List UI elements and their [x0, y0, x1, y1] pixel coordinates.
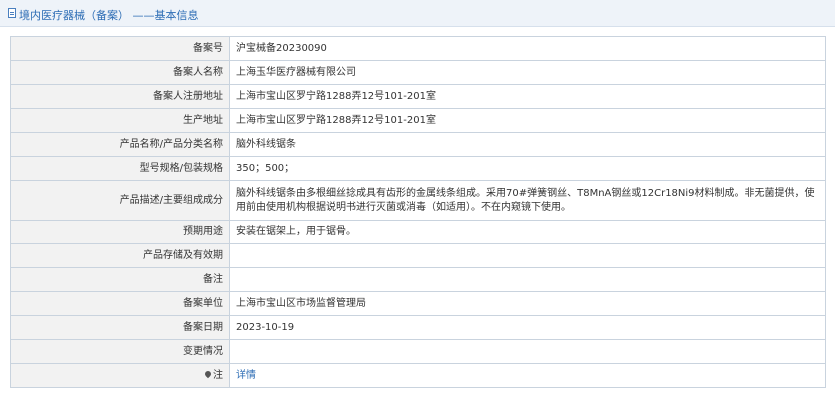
- pin-label-suffix: 注: [213, 369, 223, 381]
- basic-info-table: 备案号 沪宝械备20230090 备案人名称 上海玉华医疗器械有限公司 备案人注…: [10, 36, 826, 388]
- field-value: [229, 267, 826, 292]
- field-value: 上海市宝山区罗宁路1288弄12号101-201室: [229, 108, 826, 133]
- field-label: 备案日期: [10, 315, 230, 340]
- field-value: 详情: [229, 363, 826, 388]
- field-label: 生产地址: [10, 108, 230, 133]
- field-value: [229, 339, 826, 364]
- detail-row: 注 详情: [10, 363, 826, 388]
- pin-icon: [203, 369, 213, 378]
- table-row: 产品存储及有效期: [10, 243, 826, 268]
- field-label: 备案人注册地址: [10, 84, 230, 109]
- page-header: 境内医疗器械（备案） ——基本信息: [0, 0, 835, 27]
- field-label: 产品名称/产品分类名称: [10, 132, 230, 157]
- table-row: 备案日期 2023-10-19: [10, 315, 826, 340]
- field-label: 备注: [10, 267, 230, 292]
- field-value: 2023-10-19: [229, 315, 826, 340]
- field-label: 变更情况: [10, 339, 230, 364]
- field-label: 型号规格/包装规格: [10, 156, 230, 181]
- field-label: 产品存储及有效期: [10, 243, 230, 268]
- field-label: 备案号: [10, 36, 230, 61]
- table-row: 备案人名称 上海玉华医疗器械有限公司: [10, 60, 826, 85]
- table-row: 型号规格/包装规格 350；500；: [10, 156, 826, 181]
- field-label: 预期用途: [10, 220, 230, 244]
- document-icon: [8, 8, 16, 18]
- field-value: 沪宝械备20230090: [229, 36, 826, 61]
- field-value: [229, 243, 826, 268]
- field-value: 脑外科线锯条: [229, 132, 826, 157]
- field-value: 350；500；: [229, 156, 826, 181]
- field-label: 备案人名称: [10, 60, 230, 85]
- table-row: 变更情况: [10, 339, 826, 364]
- page-title: 境内医疗器械（备案） ——基本信息: [19, 9, 199, 22]
- field-value: 上海市宝山区罗宁路1288弄12号101-201室: [229, 84, 826, 109]
- table-row: 备案号 沪宝械备20230090: [10, 36, 826, 61]
- field-label: 备案单位: [10, 291, 230, 316]
- field-value: 脑外科线锯条由多根细丝捻成具有齿形的金属线条组成。采用70#弹簧钢丝、T8MnA…: [229, 180, 826, 221]
- table-row: 备案人注册地址 上海市宝山区罗宁路1288弄12号101-201室: [10, 84, 826, 109]
- field-label: 注: [10, 363, 230, 388]
- field-label: 产品描述/主要组成成分: [10, 180, 230, 221]
- field-value: 上海玉华医疗器械有限公司: [229, 60, 826, 85]
- field-value: 上海市宝山区市场监督管理局: [229, 291, 826, 316]
- table-row: 预期用途 安装在锯架上，用于锯骨。: [10, 220, 826, 244]
- table-row: 备注: [10, 267, 826, 292]
- table-row: 生产地址 上海市宝山区罗宁路1288弄12号101-201室: [10, 108, 826, 133]
- detail-link[interactable]: 详情: [236, 370, 256, 381]
- table-row: 产品名称/产品分类名称 脑外科线锯条: [10, 132, 826, 157]
- field-value: 安装在锯架上，用于锯骨。: [229, 220, 826, 244]
- table-row: 产品描述/主要组成成分 脑外科线锯条由多根细丝捻成具有齿形的金属线条组成。采用7…: [10, 180, 826, 221]
- table-row: 备案单位 上海市宝山区市场监督管理局: [10, 291, 826, 316]
